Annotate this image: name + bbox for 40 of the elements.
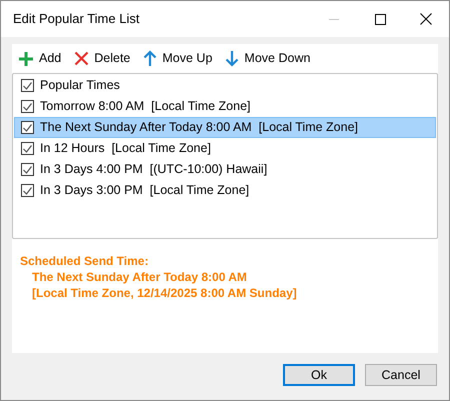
toolbar-button[interactable]: Add	[18, 49, 62, 68]
list-item[interactable]: In 12 Hours [Local Time Zone]	[14, 138, 436, 159]
item-label: In 12 Hours [Local Time Zone]	[40, 140, 211, 158]
checkbox[interactable]	[21, 163, 34, 176]
toolbar-button[interactable]: Move Down	[225, 49, 310, 68]
dialog-button[interactable]: Cancel	[365, 364, 437, 386]
summary-heading: Scheduled Send Time:	[20, 253, 150, 269]
close-icon[interactable]	[420, 13, 432, 25]
checkbox[interactable]	[21, 79, 34, 92]
item-label: Popular Times	[40, 77, 120, 94]
list-item[interactable]: In 3 Days 3:00 PM [Local Time Zone]	[14, 180, 436, 201]
arrow-down-icon	[225, 50, 240, 67]
checkbox[interactable]	[21, 121, 34, 134]
window-title: Edit Popular Time List	[13, 10, 140, 28]
list-item[interactable]: Tomorrow 8:00 AM [Local Time Zone]	[14, 96, 436, 117]
item-label: In 3 Days 4:00 PM [(UTC-10:00) Hawaii]	[40, 161, 268, 178]
item-label: The Next Sunday After Today 8:00 AM [Local Time Zone]	[40, 119, 358, 136]
checkmark-icon	[23, 166, 32, 174]
toolbar-button[interactable]: Move Up	[143, 49, 212, 68]
plus-icon	[18, 50, 34, 66]
checkmark-icon	[23, 102, 32, 110]
summary-line: The Next Sunday After Today 8:00 AM	[31, 269, 248, 285]
checkmark-icon	[23, 124, 32, 132]
list-item[interactable]: Popular Times	[14, 75, 436, 96]
checkmark-icon	[23, 144, 32, 152]
item-label: In 3 Days 3:00 PM [Local Time Zone]	[40, 182, 250, 200]
summary-line: [Local Time Zone, 12/14/2025 8:00 AM Sunday]	[31, 285, 298, 301]
checkbox[interactable]	[21, 142, 34, 155]
checkbox[interactable]	[21, 100, 34, 113]
toolbar-button[interactable]: Delete	[74, 49, 130, 68]
checkbox[interactable]	[21, 184, 34, 197]
dialog-button[interactable]: Ok	[283, 364, 355, 386]
checkmark-icon	[23, 186, 32, 194]
list-item[interactable]: The Next Sunday After Today 8:00 AM [Local Time Zone]	[14, 117, 436, 138]
close-icon	[74, 51, 90, 66]
item-label: Tomorrow 8:00 AM [Local Time Zone]	[40, 98, 251, 116]
arrow-up-icon	[143, 50, 158, 67]
maximize-icon[interactable]	[375, 14, 386, 24]
checkmark-icon	[23, 82, 32, 90]
list-item[interactable]: In 3 Days 4:00 PM [(UTC-10:00) Hawaii]	[14, 159, 436, 180]
